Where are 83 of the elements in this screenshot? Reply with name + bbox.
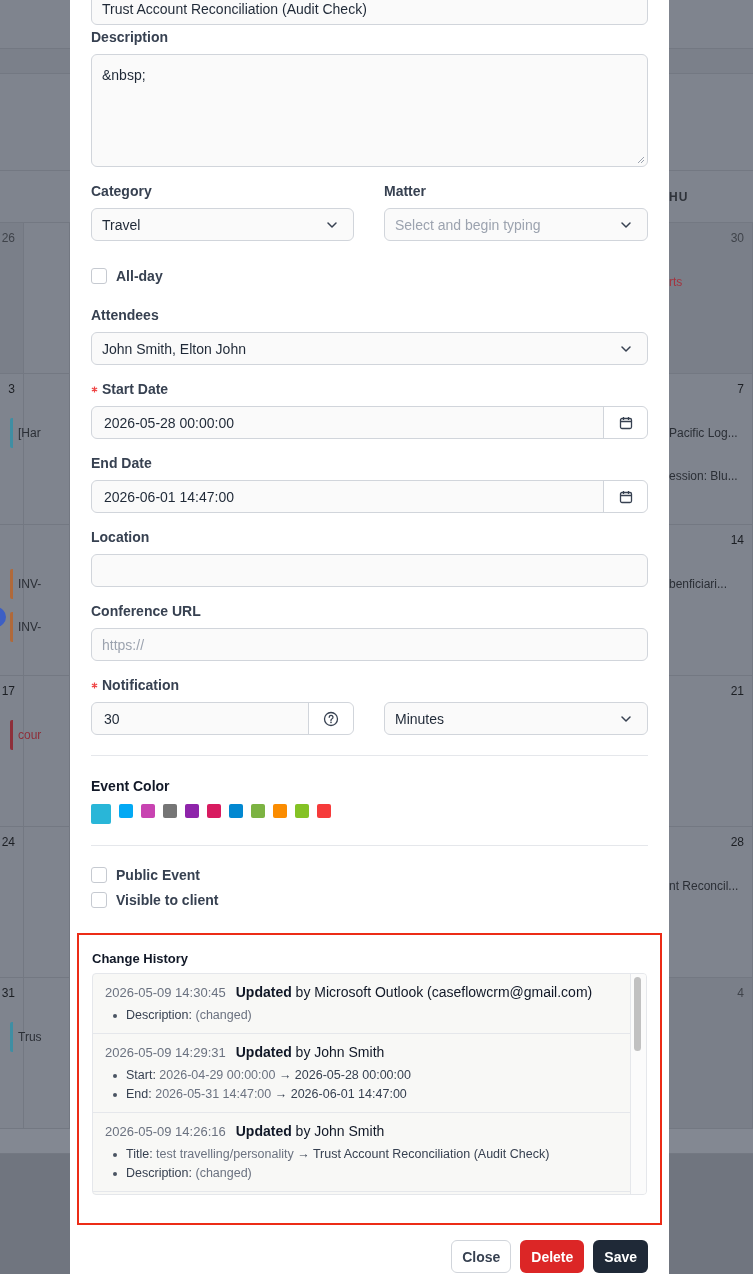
field-label: Matter	[384, 183, 426, 199]
change-item: Description: (changed)	[105, 1164, 618, 1183]
field-label: Conference URL	[91, 603, 201, 619]
attendees-select[interactable]: John Smith, Elton John	[91, 332, 648, 365]
start-date-field[interactable]: 2026-05-28 00:00:00	[91, 406, 648, 439]
title-field[interactable]: Trust Account Reconciliation (Audit Check)	[91, 0, 648, 25]
checkbox-label: Public Event	[116, 867, 201, 883]
section-title: Change History	[92, 950, 190, 968]
action-button[interactable]: Delete	[520, 1240, 585, 1273]
calendar-event[interactable]: INV-	[10, 569, 42, 599]
category-select[interactable]: Travel	[91, 208, 354, 241]
section-title: Event Color	[91, 777, 171, 796]
resize-grip-icon[interactable]	[637, 156, 645, 164]
color-swatch[interactable]	[119, 804, 133, 818]
color-swatch[interactable]	[163, 804, 177, 818]
calendar-event[interactable]: cour	[10, 720, 42, 750]
scrollbar[interactable]	[630, 974, 646, 1194]
color-swatch[interactable]	[229, 804, 243, 818]
change-item: Start: 2026-04-29 00:00:00 → 2026-05-28 00:00:00	[105, 1066, 618, 1085]
calendar-event[interactable]: Pacific Log...	[669, 418, 752, 448]
weekday-header: HU	[669, 189, 690, 204]
color-swatch[interactable]	[185, 804, 199, 818]
history-summary: Updated by Microsoft Outlook (caseflowcrm@gmail.com)	[235, 984, 593, 1000]
history-summary: Updated by John Smith	[235, 1123, 385, 1139]
field-label: Attendees	[91, 307, 159, 323]
action-button[interactable]: Close	[451, 1240, 512, 1273]
timestamp: 2026-05-09 14:26:16	[105, 1124, 226, 1139]
day-number: 26	[0, 230, 16, 247]
unit-select[interactable]: Minutes	[384, 702, 648, 735]
notification-field[interactable]: 30	[91, 702, 354, 735]
color-swatch[interactable]	[273, 804, 287, 818]
help-icon	[323, 710, 339, 727]
change-item: End: 2026-05-31 14:47:00 → 2026-06-01 14:47:00	[105, 1085, 618, 1104]
checkbox[interactable]	[91, 867, 107, 883]
location-field[interactable]	[91, 554, 648, 587]
color-swatch[interactable]	[251, 804, 265, 818]
field-label: Description	[91, 29, 168, 45]
calendar-event[interactable]: ession: Blu...	[669, 461, 752, 491]
color-swatch[interactable]	[295, 804, 309, 818]
matter-select[interactable]: Select and begin typing	[384, 208, 648, 241]
day-number: 7	[736, 381, 745, 398]
calendar-event[interactable]: nt Reconcil...	[669, 871, 752, 901]
field-label: Location	[91, 529, 150, 545]
description-field[interactable]: &nbsp;	[91, 54, 648, 167]
calendar-event[interactable]: INV-	[10, 612, 42, 642]
checkbox[interactable]	[91, 892, 107, 908]
scrollbar-thumb[interactable]	[634, 977, 641, 1051]
color-swatch[interactable]	[141, 804, 155, 818]
checkbox[interactable]	[91, 268, 107, 284]
day-number: 28	[729, 834, 745, 851]
day-number: 3	[7, 381, 16, 398]
color-swatch[interactable]	[91, 804, 111, 824]
day-number: 14	[729, 532, 745, 549]
action-button[interactable]: Save	[593, 1240, 648, 1273]
color-swatch[interactable]	[207, 804, 221, 818]
checkbox-label: Visible to client	[116, 892, 219, 908]
color-swatch[interactable]	[317, 804, 331, 818]
timestamp: 2026-05-09 14:30:45	[105, 985, 226, 1000]
change-item: Title: test travelling/personality → Trust Account Reconciliation (Audit Check)	[105, 1145, 618, 1164]
checkbox-label: All-day	[116, 268, 163, 284]
history-summary: Updated by John Smith	[235, 1044, 385, 1060]
help-button[interactable]	[308, 703, 353, 734]
day-number: 17	[0, 683, 16, 700]
timestamp: 2026-05-09 14:29:31	[105, 1045, 226, 1060]
calendar-event[interactable]: Trus	[10, 1022, 42, 1052]
field-label: End Date	[91, 455, 152, 471]
day-number: 31	[0, 985, 16, 1002]
calendar-icon	[618, 489, 633, 504]
end-date-field[interactable]: 2026-06-01 14:47:00	[91, 480, 648, 513]
conference-url-field[interactable]: https://	[91, 628, 648, 661]
calendar-button[interactable]	[603, 481, 647, 512]
day-number: 4	[736, 985, 745, 1002]
change-item: Description: (changed)	[105, 1006, 618, 1025]
calendar-event[interactable]: [Har	[10, 418, 41, 448]
calendar-button[interactable]	[603, 407, 647, 438]
field-label: Category	[91, 183, 152, 199]
day-number: 21	[729, 683, 745, 700]
calendar-icon	[618, 415, 633, 430]
day-number: 24	[0, 834, 16, 851]
field-label: Start Date	[102, 381, 169, 397]
field-label: Notification	[102, 677, 179, 693]
calendar-event[interactable]: benficiari...	[669, 569, 752, 599]
day-number: 30	[729, 230, 745, 247]
